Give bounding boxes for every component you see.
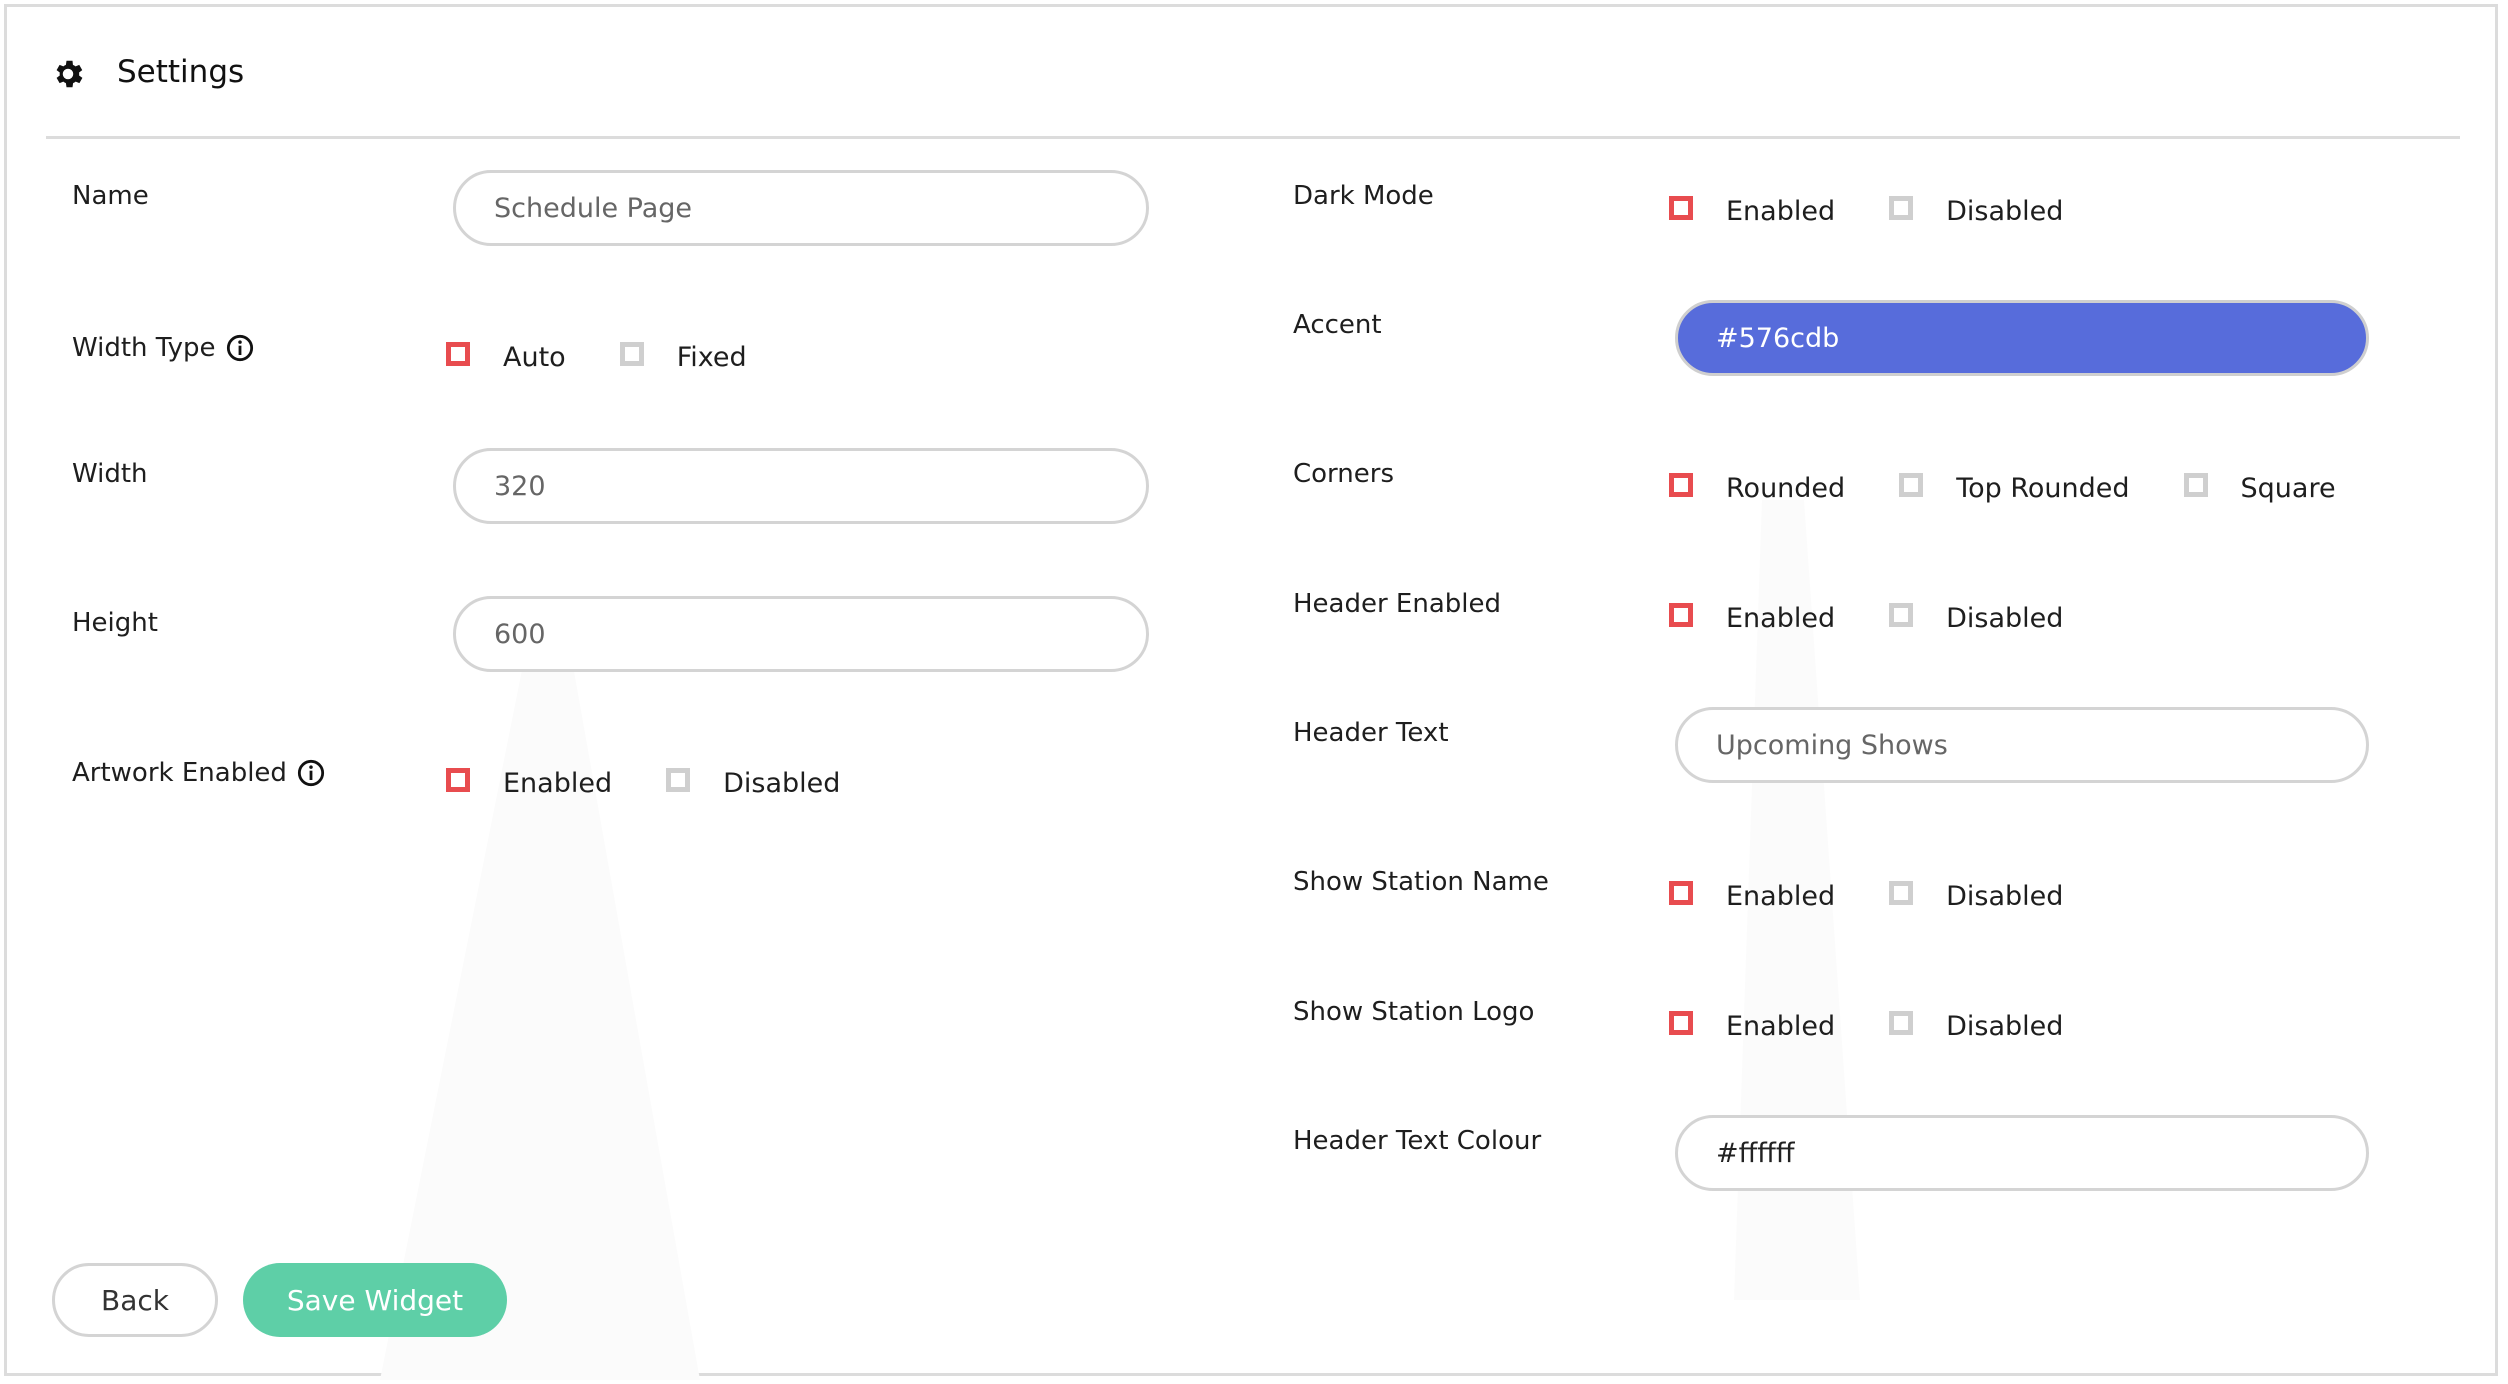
checkbox-unchecked[interactable] [1889, 1011, 1914, 1035]
header-enabled-option-enabled[interactable]: Enabled [1669, 603, 1835, 634]
save-widget-button[interactable]: Save Widget [243, 1263, 507, 1337]
name-label: Name [72, 181, 149, 211]
checkbox-checked[interactable] [446, 342, 470, 366]
artwork-option-disabled[interactable]: Disabled [666, 768, 840, 799]
checkbox-checked[interactable] [446, 768, 470, 792]
corners-option-square[interactable]: Square [2183, 472, 2336, 504]
width-type-label-text: Width Type [72, 333, 216, 363]
show-station-name-label: Show Station Name [1293, 867, 1549, 897]
width-type-option-auto[interactable]: Auto [446, 342, 566, 373]
artwork-enabled-label: Artwork Enabled [72, 758, 325, 788]
artwork-enabled-options: Enabled Disabled [446, 763, 894, 803]
back-button[interactable]: Back [52, 1263, 218, 1337]
dark-mode-label-text: Dark Mode [1293, 181, 1434, 211]
dark-mode-option-enabled[interactable]: Enabled [1669, 196, 1835, 227]
option-label: Rounded [1726, 472, 1846, 504]
accent-label-text: Accent [1293, 310, 1382, 340]
option-label: Fixed [676, 341, 747, 373]
dark-mode-option-disabled[interactable]: Disabled [1889, 196, 2063, 227]
option-label: Square [2240, 472, 2336, 504]
station-name-option-disabled[interactable]: Disabled [1889, 881, 2063, 912]
show-station-name-label-text: Show Station Name [1293, 867, 1549, 897]
corners-option-top-rounded[interactable]: Top Rounded [1899, 472, 2130, 504]
header-text-input[interactable]: Upcoming Shows [1675, 707, 2369, 783]
header-text-label: Header Text [1293, 718, 1449, 748]
option-label: Auto [503, 341, 566, 373]
checkbox-checked[interactable] [1669, 473, 1693, 497]
option-label: Enabled [1726, 195, 1836, 227]
name-label-text: Name [72, 181, 149, 211]
station-logo-option-enabled[interactable]: Enabled [1669, 1011, 1835, 1042]
checkbox-unchecked[interactable] [1889, 603, 1914, 627]
header-text-colour-input[interactable]: #ffffff [1675, 1115, 2369, 1191]
show-station-logo-options: Enabled Disabled [1669, 1006, 2117, 1046]
width-label: Width [72, 459, 148, 489]
accent-label: Accent [1293, 310, 1382, 340]
checkbox-checked[interactable] [1669, 196, 1693, 220]
gear-icon [50, 56, 86, 92]
option-label: Disabled [1946, 1010, 2064, 1042]
header-enabled-option-disabled[interactable]: Disabled [1889, 603, 2063, 634]
accent-color-input[interactable]: #576cdb [1675, 300, 2369, 376]
option-label: Enabled [1726, 880, 1836, 912]
checkbox-unchecked[interactable] [1899, 473, 1924, 497]
corners-label: Corners [1293, 459, 1394, 489]
station-name-option-enabled[interactable]: Enabled [1669, 881, 1835, 912]
station-logo-option-disabled[interactable]: Disabled [1889, 1011, 2063, 1042]
option-label: Disabled [1946, 880, 2064, 912]
header-enabled-label-text: Header Enabled [1293, 589, 1501, 619]
checkbox-checked[interactable] [1669, 881, 1693, 905]
header-enabled-label: Header Enabled [1293, 589, 1501, 619]
checkbox-unchecked[interactable] [619, 342, 644, 366]
name-input[interactable]: Schedule Page [453, 170, 1149, 246]
checkbox-unchecked[interactable] [1889, 881, 1914, 905]
width-type-label: Width Type [72, 333, 254, 363]
header-text-colour-label: Header Text Colour [1293, 1126, 1541, 1156]
header-enabled-options: Enabled Disabled [1669, 598, 2117, 638]
option-label: Disabled [723, 767, 841, 799]
corners-option-rounded[interactable]: Rounded [1669, 473, 1845, 504]
checkbox-checked[interactable] [1669, 603, 1693, 627]
height-label-text: Height [72, 608, 158, 638]
checkbox-unchecked[interactable] [1889, 196, 1914, 220]
option-label: Disabled [1946, 602, 2064, 634]
header-text-colour-label-text: Header Text Colour [1293, 1126, 1542, 1156]
dark-mode-options: Enabled Disabled [1669, 191, 2117, 231]
height-input[interactable]: 600 [453, 596, 1149, 672]
header-divider [46, 136, 2460, 139]
option-label: Enabled [1726, 1010, 1836, 1042]
show-station-logo-label-text: Show Station Logo [1293, 997, 1535, 1027]
show-station-logo-label: Show Station Logo [1293, 997, 1534, 1027]
show-station-name-options: Enabled Disabled [1669, 876, 2117, 916]
header-text-label-text: Header Text [1293, 718, 1449, 748]
option-label: Enabled [503, 767, 613, 799]
height-label: Height [72, 608, 158, 638]
option-label: Enabled [1726, 602, 1836, 634]
dark-mode-label: Dark Mode [1293, 181, 1434, 211]
info-icon[interactable] [226, 334, 254, 362]
width-input[interactable]: 320 [453, 448, 1149, 524]
width-type-option-fixed[interactable]: Fixed [619, 341, 747, 373]
page-title: Settings [117, 54, 245, 90]
option-label: Top Rounded [1956, 472, 2130, 504]
corners-label-text: Corners [1293, 459, 1395, 489]
width-label-text: Width [72, 459, 148, 489]
checkbox-unchecked[interactable] [2183, 473, 2208, 497]
option-label: Disabled [1946, 195, 2064, 227]
checkbox-unchecked[interactable] [666, 768, 691, 792]
width-type-options: Auto Fixed [446, 337, 801, 377]
corners-options: Rounded Top Rounded Square [1669, 468, 2390, 508]
info-icon[interactable] [297, 759, 325, 787]
artwork-enabled-label-text: Artwork Enabled [72, 758, 287, 788]
checkbox-checked[interactable] [1669, 1011, 1693, 1035]
artwork-option-enabled[interactable]: Enabled [446, 768, 612, 799]
